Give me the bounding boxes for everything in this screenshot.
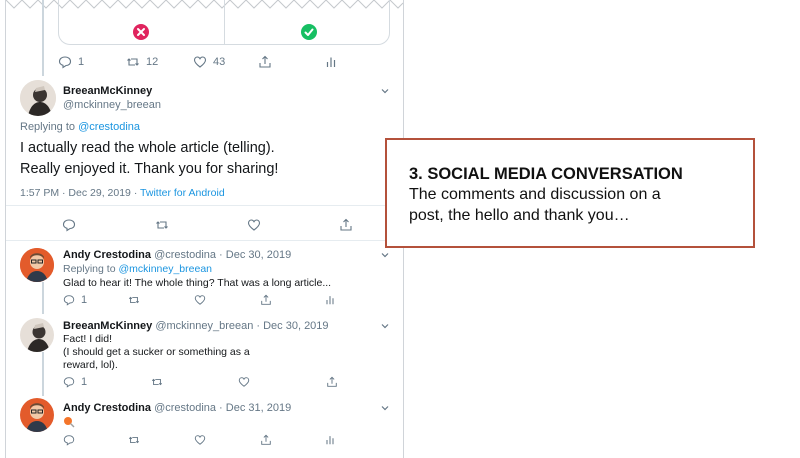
tweet-source-link[interactable]: Twitter for Android — [140, 187, 225, 199]
poll-card — [58, 0, 390, 45]
share-button[interactable] — [260, 294, 272, 306]
chevron-down-icon[interactable] — [380, 321, 390, 331]
share-button[interactable] — [339, 218, 353, 232]
share-icon — [261, 434, 271, 445]
replying-to-line: Replying to @crestodina — [20, 121, 141, 133]
replying-to-link[interactable]: @crestodina — [78, 121, 140, 133]
retweet-button[interactable] — [151, 376, 163, 388]
author-name[interactable]: Andy Crestodina — [63, 402, 151, 414]
avatar-image — [20, 398, 54, 432]
author-handle[interactable]: @mckinney_breean — [63, 99, 161, 111]
like-button[interactable] — [238, 376, 250, 388]
retweet-icon — [151, 378, 163, 386]
analytics-icon — [326, 296, 334, 305]
avatar-image — [20, 80, 56, 116]
chevron-down-icon[interactable] — [380, 250, 390, 260]
replying-to-link[interactable]: @mckinney_breean — [118, 263, 212, 275]
reply-icon — [58, 56, 72, 69]
retweet-icon — [127, 58, 139, 66]
author-name[interactable]: Andy Crestodina — [63, 249, 151, 261]
avatar-image — [20, 248, 54, 282]
thread-line — [42, 352, 44, 396]
reply-header: Andy Crestodina @crestodina · Dec 30, 20… — [63, 249, 292, 261]
share-icon — [259, 55, 271, 68]
avatar-image — [20, 318, 54, 352]
avatar-breean[interactable] — [20, 318, 54, 352]
share-icon — [261, 294, 271, 305]
share-button[interactable] — [258, 55, 272, 69]
poll-option-no[interactable] — [133, 24, 149, 40]
share-icon — [340, 218, 352, 231]
callout-heading: 3. SOCIAL MEDIA CONVERSATION — [409, 165, 683, 183]
share-button[interactable] — [326, 376, 338, 388]
reply-button[interactable] — [63, 434, 75, 446]
reply-icon — [63, 295, 75, 306]
avatar-andy[interactable] — [20, 248, 54, 282]
retweet-button[interactable]: 12 — [126, 55, 158, 69]
retweet-button[interactable] — [128, 294, 140, 306]
reply-button[interactable]: 1 — [63, 294, 87, 306]
reply-button[interactable]: 1 — [58, 55, 84, 69]
check-icon — [304, 28, 314, 36]
analytics-button[interactable] — [324, 434, 336, 446]
chevron-down-icon[interactable] — [380, 403, 390, 413]
x-icon — [137, 28, 145, 36]
callout-box: 3. SOCIAL MEDIA CONVERSATION The comment… — [385, 138, 755, 248]
reply-icon — [63, 377, 75, 388]
replying-to-line: Replying to @mckinney_breean — [63, 263, 212, 275]
callout-body-line: The comments and discussion on a — [409, 186, 661, 203]
tweet-timestamp: 1:57 PM · Dec 29, 2019 · Twitter for And… — [20, 187, 225, 199]
analytics-button[interactable] — [324, 294, 336, 306]
like-button[interactable] — [194, 294, 206, 306]
analytics-button[interactable] — [324, 55, 338, 69]
reply-actions: 1 — [6, 375, 403, 389]
avatar-andy[interactable] — [20, 398, 54, 432]
reply-header: Andy Crestodina @crestodina · Dec 31, 20… — [63, 402, 292, 414]
reply-button[interactable]: 1 — [63, 376, 87, 388]
avatar-breean[interactable] — [20, 80, 56, 116]
heart-icon — [247, 219, 261, 231]
share-button[interactable] — [260, 434, 272, 446]
retweet-button[interactable] — [155, 218, 169, 232]
reply-text: Fact! I did! (I should get a sucker or s… — [63, 333, 250, 371]
chevron-down-icon[interactable] — [380, 86, 390, 96]
heart-icon — [194, 295, 206, 305]
divider — [6, 205, 403, 206]
reply-icon — [62, 219, 76, 232]
main-tweet-text: I actually read the whole article (telli… — [20, 140, 279, 177]
retweet-button[interactable] — [128, 434, 140, 446]
tweet-thread-panel: 1 12 43 BreeanMcKinney @mckinney_breean — [5, 0, 404, 458]
poll-option-yes[interactable] — [301, 24, 317, 40]
retweet-icon — [128, 436, 140, 444]
author-name[interactable]: BreeanMcKinney — [63, 85, 161, 97]
divider — [6, 240, 403, 241]
retweet-icon — [156, 221, 168, 229]
analytics-icon — [326, 57, 336, 67]
heart-icon — [194, 435, 206, 445]
reply-actions — [6, 433, 403, 447]
callout-body-line: post, the hello and thank you… — [409, 207, 630, 224]
like-button[interactable]: 43 — [193, 55, 225, 69]
top-tweet-actions: 1 12 43 — [6, 54, 403, 70]
reply-button[interactable] — [62, 218, 76, 232]
like-button[interactable] — [247, 218, 261, 232]
heart-icon — [238, 377, 250, 387]
main-tweet-actions — [6, 217, 403, 233]
author-name[interactable]: BreeanMcKinney — [63, 320, 152, 332]
reply-actions: 1 — [6, 293, 403, 307]
reply-text: Glad to hear it! The whole thing? That w… — [63, 277, 332, 289]
lollipop-emoji-icon — [64, 417, 75, 428]
reply-icon — [63, 435, 75, 446]
like-button[interactable] — [194, 434, 206, 446]
heart-icon — [193, 56, 207, 68]
analytics-icon — [326, 436, 334, 445]
reply-header: BreeanMcKinney @mckinney_breean · Dec 30… — [63, 320, 329, 332]
retweet-icon — [128, 296, 140, 304]
share-icon — [327, 376, 337, 387]
